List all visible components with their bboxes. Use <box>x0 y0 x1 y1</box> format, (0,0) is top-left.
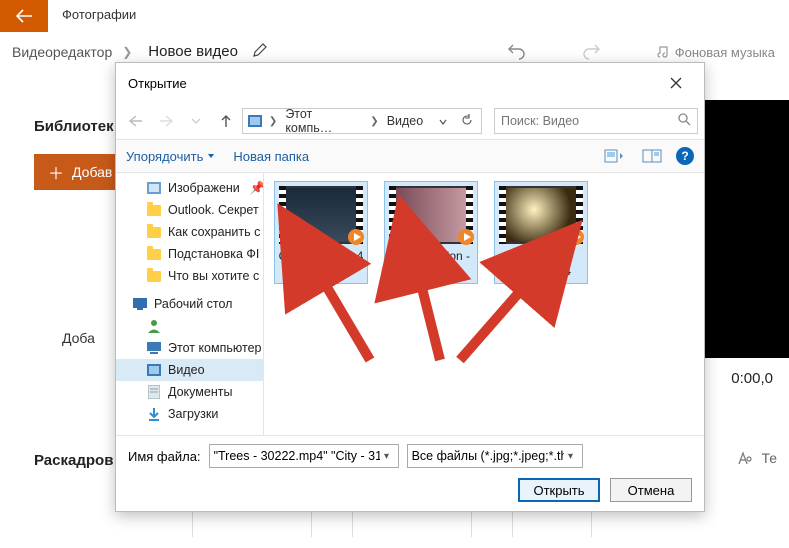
document-icon <box>146 384 162 400</box>
redo-icon[interactable] <box>581 42 601 62</box>
text-icon <box>737 451 753 465</box>
music-icon <box>655 45 669 59</box>
caret-down-icon[interactable]: ▾ <box>564 451 578 462</box>
refresh-button[interactable] <box>457 114 477 129</box>
open-button[interactable]: Открыть <box>518 478 600 502</box>
folder-icon <box>146 268 162 284</box>
dialog-footer: Имя файла: "Trees - 30222.mp4" "City - 3… <box>116 435 704 510</box>
pin-icon: 📌 <box>250 181 264 196</box>
nav-row: ❯ Этот компь… ❯ Видео <box>116 103 704 139</box>
timecode: 0:00,0 <box>731 370 773 387</box>
add-button[interactable]: ＋ Добав <box>34 154 126 190</box>
tree-user[interactable] <box>116 315 263 337</box>
download-icon <box>146 406 162 422</box>
add-text-label: Те <box>761 450 777 466</box>
filetype-filter[interactable]: Все файлы (*.jpg;*.jpeg;*.thum▾ <box>407 444 583 468</box>
address-bar[interactable]: ❯ Этот компь… ❯ Видео <box>242 108 482 134</box>
preview-pane-button[interactable] <box>638 146 666 166</box>
header-controls: Фоновая музыка <box>507 42 775 62</box>
filename-field[interactable]: "Trees - 30222.mp4" "City - 3134▾ <box>209 444 399 468</box>
nav-tree[interactable]: Изображени📌 Outlook. Секрет Как сохранит… <box>116 173 264 435</box>
cancel-button[interactable]: Отмена <box>610 478 692 502</box>
path-thispc[interactable]: Этот компь… <box>283 107 364 135</box>
play-icon <box>348 229 364 245</box>
dialog-title: Открытие <box>128 76 187 91</box>
new-folder-button[interactable]: Новая папка <box>233 149 309 164</box>
organize-menu[interactable]: Упорядочить <box>126 149 215 164</box>
chevron-right-icon[interactable]: ❯ <box>267 116 279 127</box>
annotation-arrow-3 <box>450 268 550 373</box>
tree-downloads[interactable]: Загрузки <box>116 403 263 425</box>
tree-outlook[interactable]: Outlook. Секрет <box>116 199 263 221</box>
video-icon <box>247 113 263 129</box>
tree-images[interactable]: Изображени📌 <box>116 177 263 199</box>
address-dropdown[interactable] <box>433 114 453 128</box>
desktop-icon <box>132 296 148 312</box>
view-mode-button[interactable] <box>600 146 628 166</box>
filename-label: Имя файла: <box>128 449 201 464</box>
tree-desktop[interactable]: Рабочий стол <box>116 293 263 315</box>
plus-icon: ＋ <box>48 160 64 184</box>
tree-videos[interactable]: Видео <box>116 359 263 381</box>
search-icon[interactable] <box>678 113 691 129</box>
close-button[interactable] <box>660 71 692 95</box>
folder-icon <box>146 246 162 262</box>
nav-up-button[interactable] <box>212 108 240 134</box>
tree-thispc[interactable]: Этот компьютер <box>116 337 263 359</box>
chevron-right-icon[interactable]: ❯ <box>368 116 380 127</box>
images-icon <box>146 180 162 196</box>
breadcrumb: Видеоредактор ❯ Новое видео <box>12 42 268 61</box>
folder-icon <box>146 202 162 218</box>
nav-recent-button[interactable] <box>182 108 210 134</box>
tree-howto[interactable]: Как сохранить с <box>116 221 263 243</box>
nav-forward-button[interactable] <box>152 108 180 134</box>
close-icon <box>670 77 682 89</box>
empty-hint: Доба <box>62 330 95 346</box>
path-videos[interactable]: Видео <box>385 114 426 128</box>
project-name[interactable]: Новое видео <box>148 43 238 60</box>
arrow-left-icon <box>15 9 33 23</box>
background-music-button[interactable]: Фоновая музыка <box>655 45 775 60</box>
tree-podstan[interactable]: Подстановка ФІ <box>116 243 263 265</box>
file-label: Trees - <box>522 249 560 263</box>
annotation-arrow-1 <box>300 260 380 375</box>
folder-icon <box>146 224 162 240</box>
add-button-label: Добав <box>72 164 112 180</box>
tab-video-editor[interactable]: Видеоредактор <box>12 44 112 60</box>
tree-whatwant[interactable]: Что вы хотите с <box>116 265 263 287</box>
chevron-right-icon: ❯ <box>122 45 132 59</box>
back-button[interactable] <box>0 0 48 32</box>
toolbar: Упорядочить Новая папка ? <box>116 139 704 173</box>
pc-icon <box>146 340 162 356</box>
add-text-button[interactable]: Те <box>737 450 777 466</box>
search-box[interactable] <box>494 108 698 134</box>
caret-down-icon[interactable]: ▾ <box>380 451 394 462</box>
tree-documents[interactable]: Документы <box>116 381 263 403</box>
nav-back-button[interactable] <box>122 108 150 134</box>
play-icon <box>458 229 474 245</box>
play-icon <box>568 229 584 245</box>
search-input[interactable] <box>501 114 674 128</box>
app-title: Фотографии <box>62 7 136 22</box>
background-music-label: Фоновая музыка <box>675 45 775 60</box>
organize-label: Упорядочить <box>126 149 203 164</box>
help-button[interactable]: ? <box>676 147 694 165</box>
video-icon <box>146 362 162 378</box>
user-icon <box>146 318 162 334</box>
undo-icon[interactable] <box>507 42 527 62</box>
library-label: Библиотек <box>34 118 114 135</box>
pencil-icon[interactable] <box>252 42 268 61</box>
caret-down-icon <box>207 153 215 159</box>
storyboard-label: Раскадров <box>34 452 113 469</box>
